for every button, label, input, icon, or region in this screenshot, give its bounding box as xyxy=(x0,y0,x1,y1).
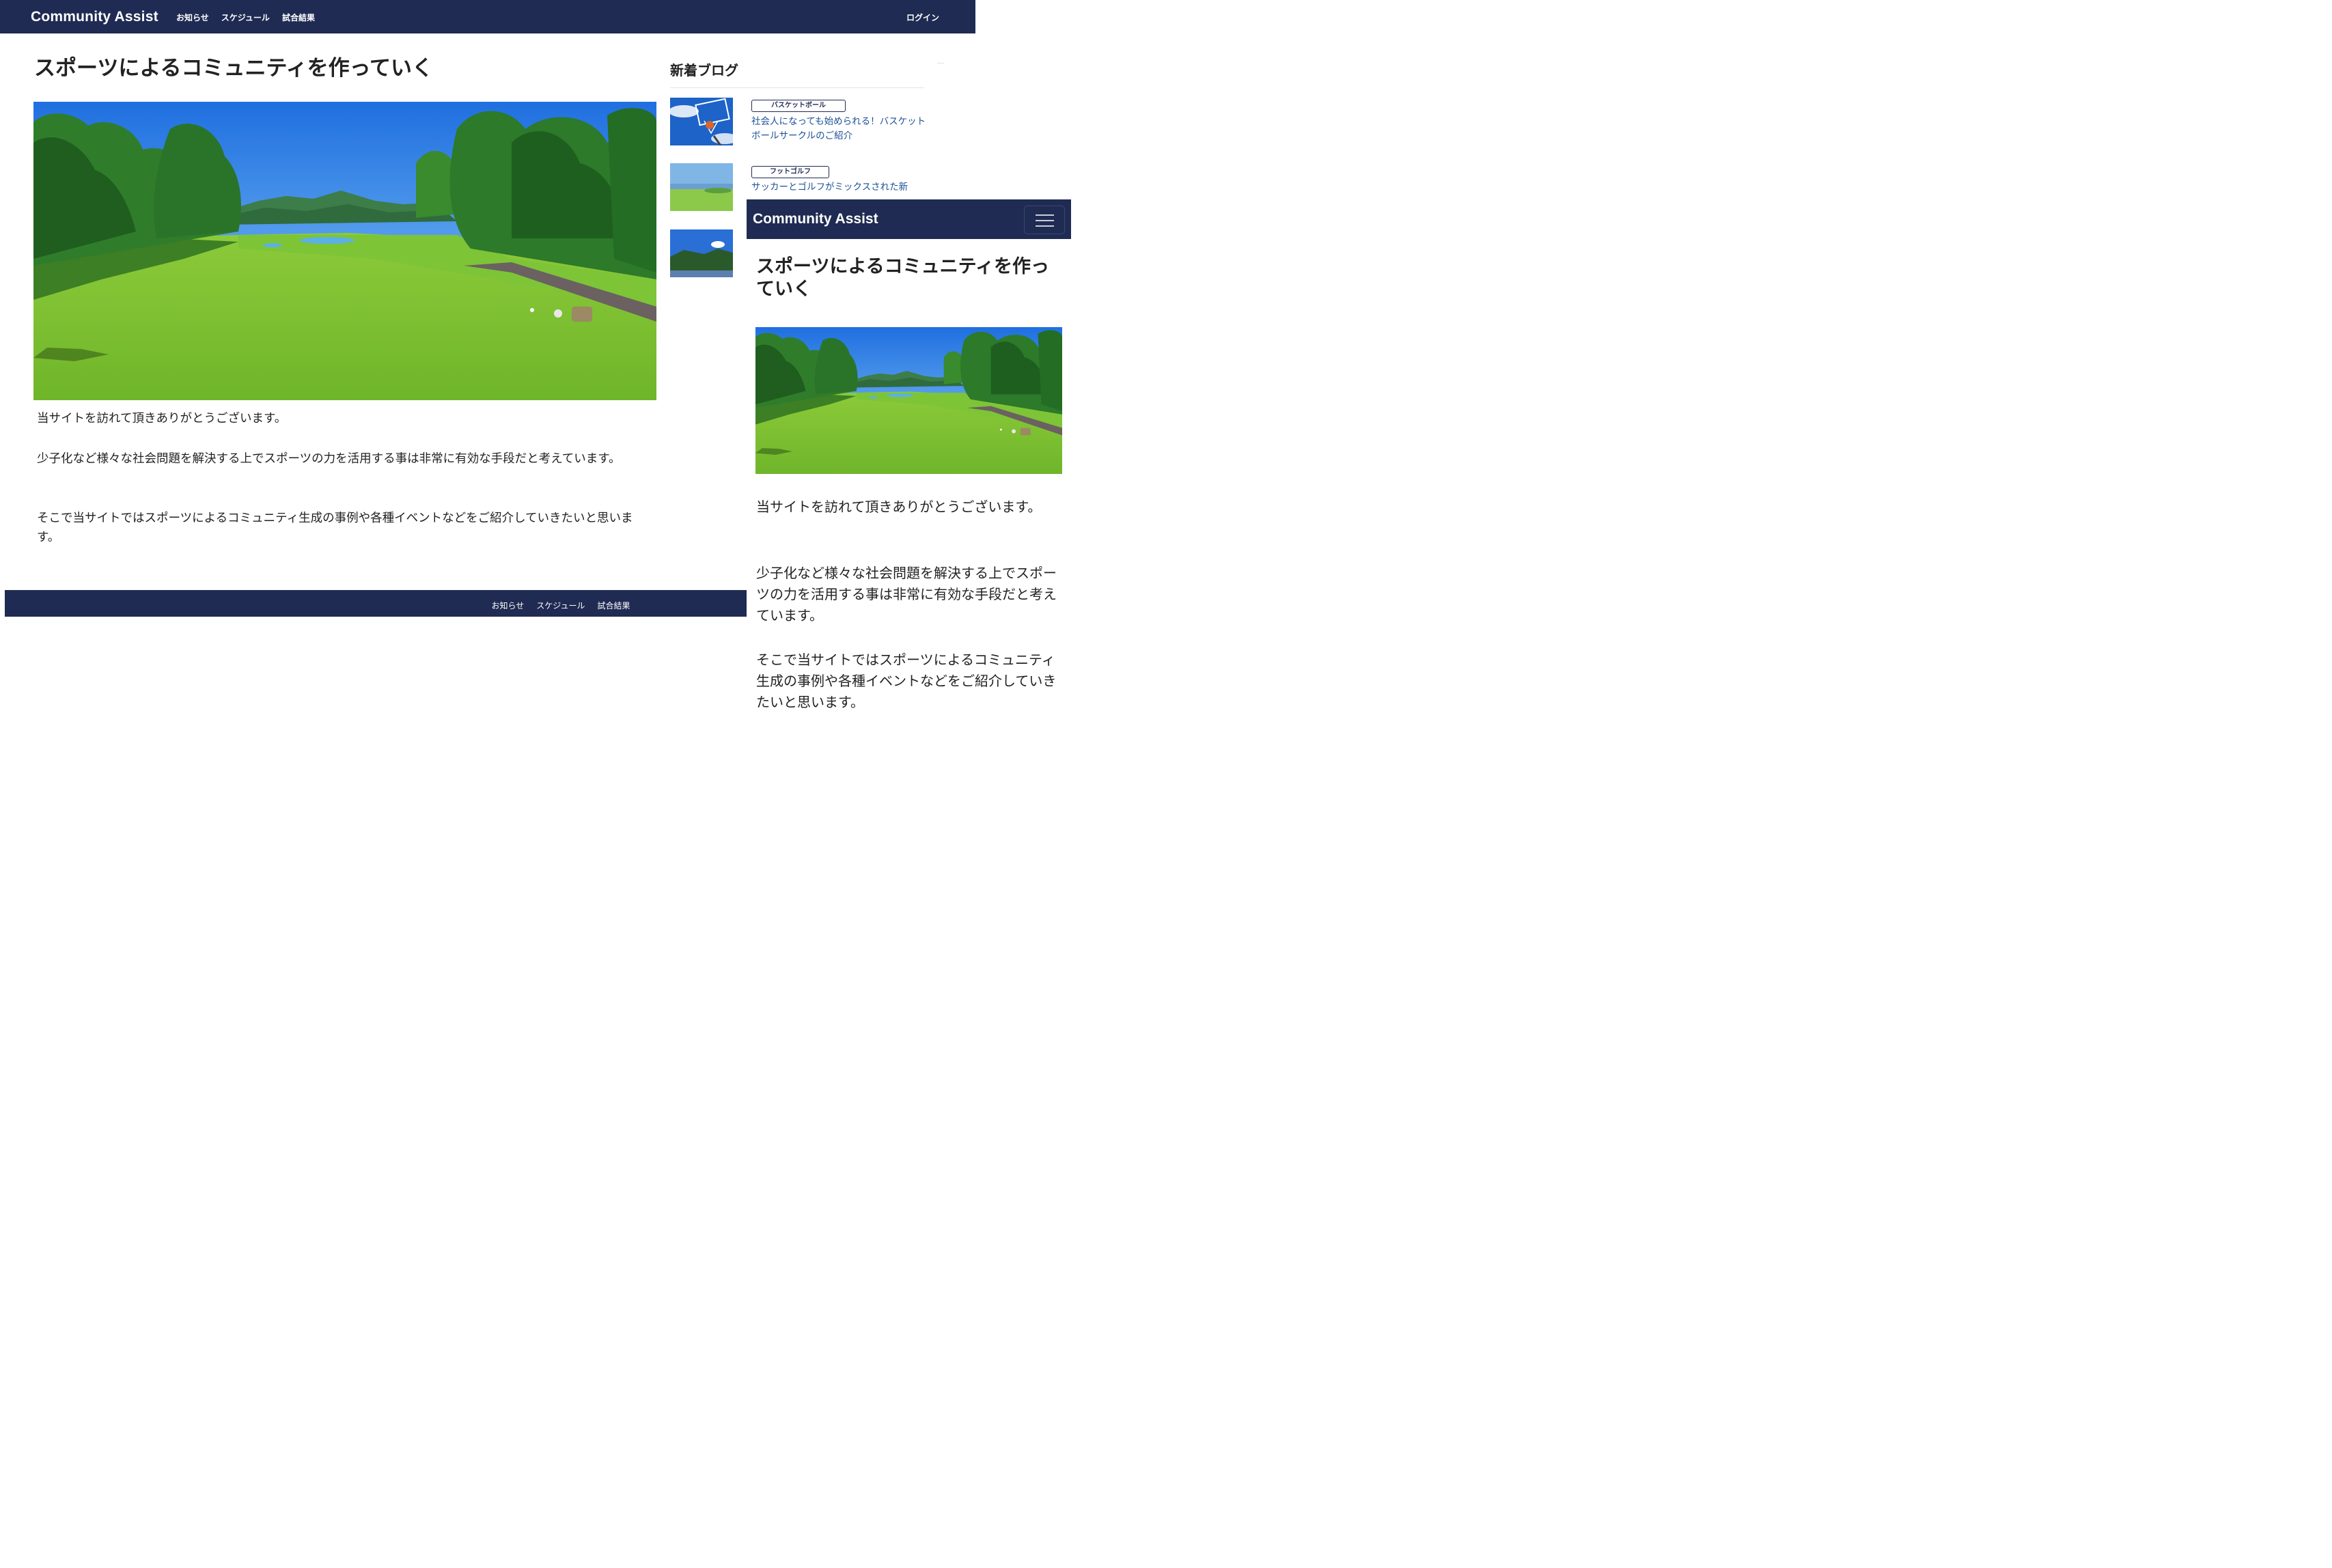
page-title: スポーツによるコミュニティを作っていく xyxy=(34,56,434,81)
blog-post-title[interactable]: 社会人になっても始められる！バスケットボールサークルのご紹介 xyxy=(751,115,926,143)
footer-link-results[interactable]: 試合結果 xyxy=(597,600,630,611)
footer-link-news[interactable]: お知らせ xyxy=(492,600,525,611)
hero-image xyxy=(755,327,1062,474)
mobile-navbar: Community Assist xyxy=(747,199,1071,239)
desktop-navbar: Community Assist お知らせ スケジュール 試合結果 ログイン xyxy=(0,0,975,33)
intro-paragraph: 当サイトを訪れて頂きありがとうございます。 xyxy=(756,499,1042,515)
body-paragraph: そこで当サイトではスポーツによるコミュニティ生成の事例や各種イベントなどをご紹介… xyxy=(756,652,1057,710)
body-paragraph: 少子化など様々な社会問題を解決する上でスポーツの力を活用する事は非常に有効な手段… xyxy=(37,452,621,466)
brand-logo[interactable]: Community Assist xyxy=(753,211,878,227)
intro-paragraph: 当サイトを訪れて頂きありがとうございます。 xyxy=(37,412,287,425)
nav-links: お知らせ スケジュール 試合結果 xyxy=(176,12,315,23)
mobile-view: Community Assist スポーツによるコミュニティを作っていく 当サイ… xyxy=(747,199,1071,725)
brand-logo[interactable]: Community Assist xyxy=(31,9,158,25)
footer: お知らせ スケジュール 試合結果 xyxy=(5,590,747,617)
blog-post-title[interactable]: サッカーとゴルフがミックスされた新 xyxy=(751,180,926,195)
body-paragraph: 少子化など様々な社会問題を解決する上でスポーツの力を活用する事は非常に有効な手段… xyxy=(756,565,1057,624)
divider xyxy=(670,87,924,88)
sidebar-title: 新着ブログ xyxy=(670,62,738,79)
blog-thumbnail[interactable] xyxy=(670,229,733,277)
hero-image xyxy=(33,102,656,400)
blog-post-clip: サッカーとゴルフがミックスされた新 xyxy=(738,157,936,197)
nav-link-schedule[interactable]: スケジュール xyxy=(221,12,270,23)
login-link[interactable]: ログイン xyxy=(906,12,939,23)
body-paragraph: そこで当サイトではスポーツによるコミュニティ生成の事例や各種イベントなどをご紹介… xyxy=(37,512,633,544)
nav-link-news[interactable]: お知らせ xyxy=(176,12,209,23)
nav-link-results[interactable]: 試合結果 xyxy=(282,12,315,23)
blog-thumbnail[interactable] xyxy=(670,163,733,211)
category-badge[interactable]: バスケットボール xyxy=(751,100,846,112)
footer-link-schedule[interactable]: スケジュール xyxy=(536,600,585,611)
divider xyxy=(937,63,944,64)
page-title: スポーツによるコミュニティを作っていく xyxy=(756,256,1050,300)
hamburger-icon[interactable] xyxy=(1024,206,1065,234)
blog-thumbnail[interactable] xyxy=(670,98,733,145)
